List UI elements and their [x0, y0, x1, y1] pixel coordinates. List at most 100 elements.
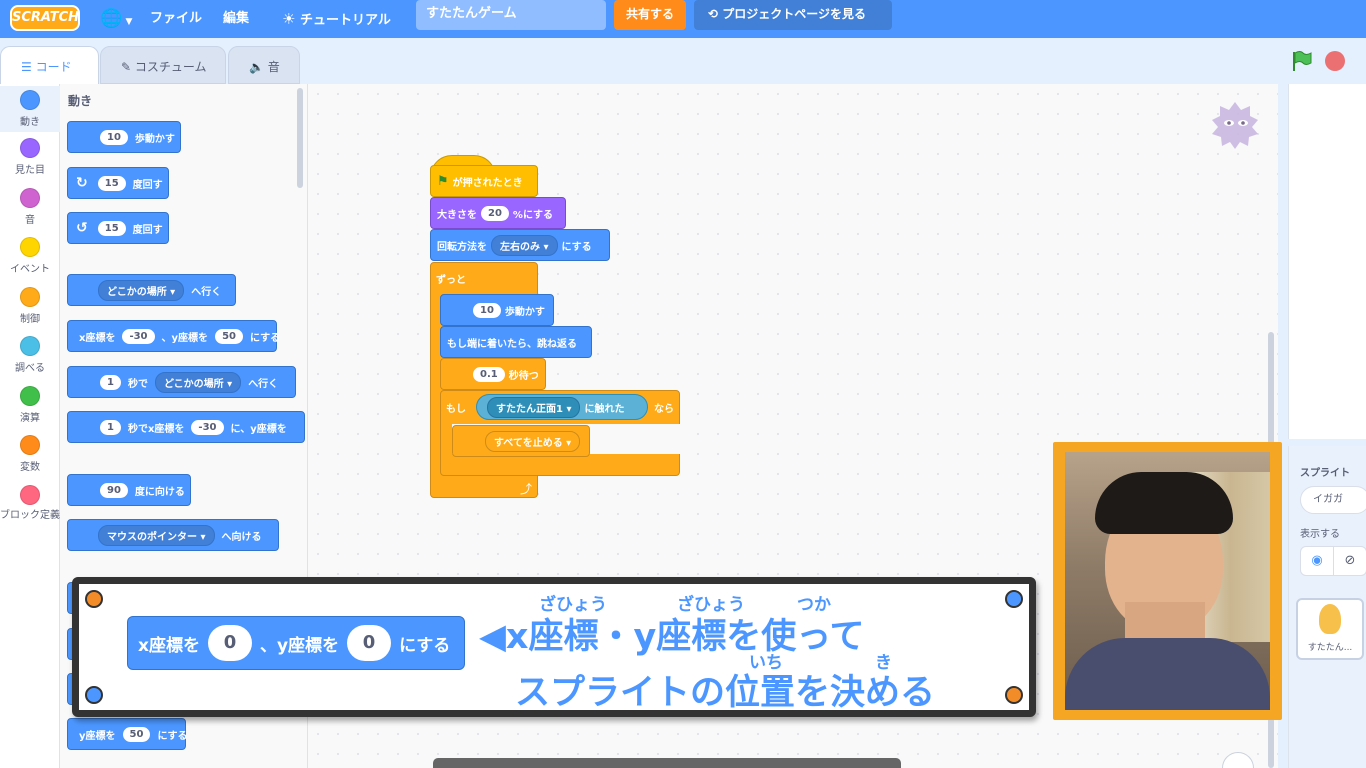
block-text: 回転方法を	[437, 241, 487, 253]
rotate-right-icon: ↻	[76, 175, 88, 191]
project-title-input[interactable]: すたたんゲーム	[416, 0, 606, 30]
sprite-thumb-icon	[1319, 604, 1341, 634]
stop-block[interactable]: すべてを止める ▾	[452, 425, 590, 457]
glide-block[interactable]: 1 秒で どこかの場所 ▾ へ行く	[67, 366, 296, 398]
hide-eye-icon[interactable]: ⊘	[1333, 546, 1366, 576]
show-label: 表示する	[1300, 529, 1340, 540]
sprite-thumb-label: すたたん...	[1307, 643, 1353, 653]
secs-input[interactable]: 1	[100, 419, 121, 435]
steps-input[interactable]: 10	[473, 302, 501, 318]
palette-scrollbar[interactable]	[297, 88, 303, 188]
category-dot	[20, 188, 40, 208]
point-towards-block[interactable]: マウスのポインター ▾ へ向ける	[67, 519, 279, 551]
wait-block[interactable]: 0.1 秒待つ	[440, 358, 546, 390]
file-menu[interactable]: ファイル	[150, 0, 202, 38]
degrees-input[interactable]: 15	[97, 175, 126, 191]
block-text: y座標を	[79, 730, 116, 742]
gotoxy-block[interactable]: x座標を -30 、y座標を 50 にする	[67, 320, 280, 352]
category-dot	[20, 138, 40, 158]
gotoxy-example-block: x座標を 0 、y座標を 0 にする	[127, 616, 465, 670]
project-page-button[interactable]: ⟲ プロジェクトページを見る	[694, 0, 892, 30]
green-flag-button[interactable]	[1290, 50, 1312, 72]
category-control[interactable]: 制御	[0, 287, 60, 325]
block-text: x座標を	[138, 635, 200, 656]
category-label: 音	[25, 215, 35, 226]
dropdown-value: どこかの場所	[163, 378, 224, 390]
edit-menu[interactable]: 編集	[223, 0, 249, 38]
category-label: イベント	[10, 264, 50, 275]
rotate-left-icon: ↺	[76, 220, 88, 236]
block-text: x座標を	[79, 332, 116, 344]
set-size-block[interactable]: 大きさを 20 %にする	[430, 197, 566, 229]
stop-dropdown[interactable]: すべてを止める ▾	[485, 430, 581, 452]
goto-dropdown[interactable]: どこかの場所 ▾	[98, 279, 185, 301]
project-page-label: プロジェクトページを見る	[722, 7, 867, 21]
steps-input[interactable]: 10	[100, 129, 128, 145]
category-label: ブロック定義	[0, 510, 60, 521]
tab-code-label: コード	[35, 60, 72, 74]
turn-right-block[interactable]: ↻ 15 度回す	[67, 167, 169, 199]
category-operators[interactable]: 演算	[0, 386, 60, 424]
set-rotation-style-block[interactable]: 回転方法を 左右のみ ▾ にする	[430, 229, 610, 261]
y-input[interactable]: 50	[122, 726, 151, 742]
sprite-label: スプライト	[1300, 468, 1350, 479]
category-sound[interactable]: 音	[0, 188, 60, 226]
block-text: 秒で	[127, 378, 148, 390]
block-text: 、y座標を	[161, 332, 209, 344]
size-input[interactable]: 20	[481, 205, 509, 221]
tab-code[interactable]: ☰ コード	[0, 46, 99, 84]
move-steps-block[interactable]: 10 歩動かす	[67, 121, 181, 153]
category-my-blocks[interactable]: ブロック定義	[0, 485, 60, 523]
stop-button[interactable]	[1325, 51, 1345, 71]
turn-left-block[interactable]: ↺ 15 度回す	[67, 212, 169, 244]
set-y-block[interactable]: y座標を 50 にする	[67, 718, 188, 750]
category-motion[interactable]: 動き	[0, 86, 60, 132]
move-steps-block[interactable]: 10 歩動かす	[440, 294, 554, 326]
tutorial-menu[interactable]: ☀ チュートリアル	[282, 0, 391, 38]
sprite-name-input[interactable]: イガガ	[1300, 486, 1366, 514]
language-menu[interactable]: 🌐 ▼	[100, 0, 132, 38]
secs-input[interactable]: 1	[100, 374, 121, 390]
presenter-image	[1065, 452, 1270, 710]
share-button[interactable]: 共有する	[614, 0, 686, 30]
video-progress-bar[interactable]	[433, 758, 901, 768]
block-text: 歩動かす	[504, 306, 545, 318]
tab-sound[interactable]: 🔈 音	[228, 46, 300, 84]
y-input[interactable]: 50	[215, 328, 243, 344]
point-direction-block[interactable]: 90 度に向ける	[67, 474, 191, 506]
scratch-logo[interactable]: SCRATCH	[10, 5, 80, 31]
touching-dropdown[interactable]: すたたん正面1 ▾	[487, 396, 581, 418]
goto-block[interactable]: どこかの場所 ▾ へ行く	[67, 274, 236, 306]
category-label: 動き	[20, 117, 40, 128]
sprite-thumbnail[interactable]: すたたん...	[1296, 598, 1364, 660]
screw-icon	[1005, 590, 1023, 608]
stage[interactable]	[1288, 84, 1366, 439]
x-input[interactable]: -30	[122, 328, 155, 344]
block-text: 、y座標を	[259, 635, 340, 656]
glidexy-block[interactable]: 1 秒でx座標を -30 に、y座標を	[67, 411, 305, 443]
x-input[interactable]: -30	[191, 419, 224, 435]
towards-dropdown[interactable]: マウスのポインター ▾	[98, 524, 215, 546]
rotation-dropdown[interactable]: 左右のみ ▾	[491, 234, 558, 256]
category-dot	[20, 287, 40, 307]
speaker-icon: 🔈	[249, 60, 264, 74]
category-events[interactable]: イベント	[0, 237, 60, 275]
category-label: 見た目	[15, 165, 45, 176]
when-flag-clicked-block[interactable]: ⚑ が押されたとき	[430, 165, 538, 197]
category-looks[interactable]: 見た目	[0, 138, 60, 176]
degrees-input[interactable]: 15	[97, 220, 126, 236]
bounce-block[interactable]: もし端に着いたら、跳ね返る	[440, 326, 592, 358]
show-eye-icon[interactable]: ◉	[1300, 546, 1334, 576]
glide-dropdown[interactable]: どこかの場所 ▾	[154, 371, 242, 393]
caption-line-2: スプライトの位置を決める	[515, 673, 936, 713]
category-sensing[interactable]: 調べる	[0, 336, 60, 374]
category-variables[interactable]: 変数	[0, 435, 60, 473]
tab-costume[interactable]: ✎ コスチューム	[100, 46, 226, 84]
touching-block[interactable]: すたたん正面1 ▾ に触れた	[476, 394, 648, 420]
direction-input[interactable]: 90	[100, 482, 128, 498]
category-label: 演算	[20, 413, 40, 424]
block-text: 度に向ける	[134, 486, 185, 498]
block-text: 度回す	[132, 179, 163, 191]
category-label: 変数	[20, 462, 40, 473]
wait-input[interactable]: 0.1	[473, 366, 505, 382]
